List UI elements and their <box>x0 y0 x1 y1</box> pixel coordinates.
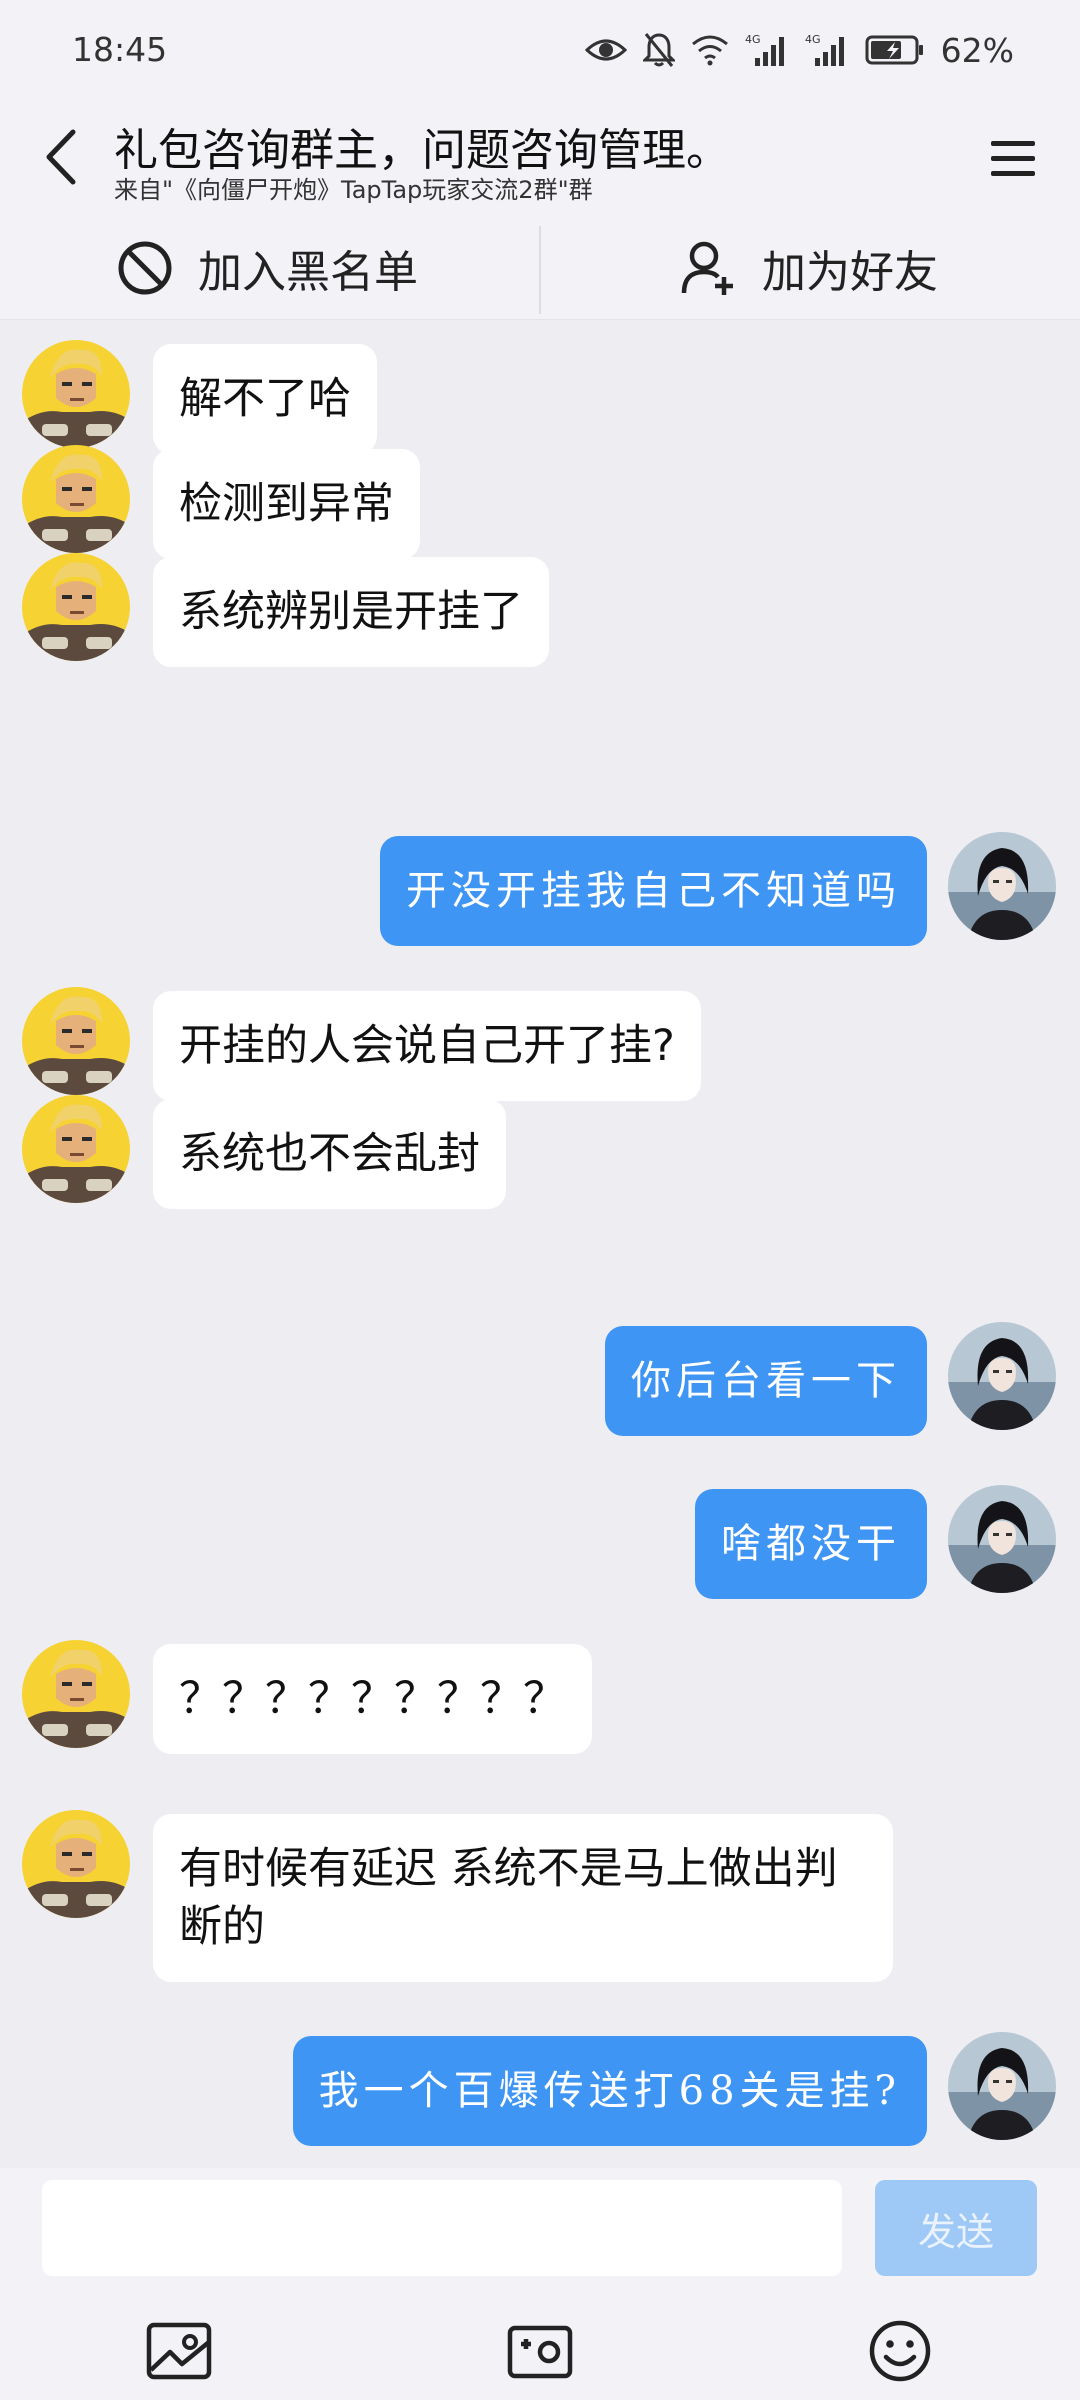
add-friend-button[interactable]: 加为好友 <box>680 216 938 320</box>
svg-text:4G: 4G <box>745 33 761 46</box>
eye-icon <box>584 39 627 61</box>
emoji-button[interactable] <box>865 2316 935 2386</box>
image-button[interactable] <box>144 2316 214 2386</box>
action-divider <box>539 226 541 314</box>
message-bubble[interactable]: 系统辨别是开挂了 <box>153 557 549 667</box>
camera-icon <box>507 2325 573 2379</box>
message-bubble[interactable]: 系统也不会乱封 <box>153 1099 506 1209</box>
message-sent: 我一个百爆传送打68关是挂? <box>0 2032 1080 2146</box>
battery-icon <box>865 35 923 65</box>
back-button[interactable] <box>36 124 86 190</box>
blacklist-label: 加入黑名单 <box>198 247 418 298</box>
add-user-icon <box>681 241 733 295</box>
mute-icon <box>642 33 675 67</box>
action-bar: 加入黑名单 加为好友 <box>0 216 1080 320</box>
signal-4g-icon: 4G <box>745 33 784 66</box>
contact-avatar[interactable] <box>22 987 130 1095</box>
message-bubble[interactable]: 检测到异常 <box>153 449 420 559</box>
chevron-left-icon <box>46 129 76 185</box>
contact-avatar[interactable] <box>22 553 130 661</box>
self-avatar[interactable] <box>948 2032 1056 2140</box>
message-received: 开挂的人会说自己开了挂? <box>0 987 1080 1101</box>
contact-avatar[interactable] <box>22 445 130 553</box>
emoji-icon <box>869 2320 931 2382</box>
contact-avatar[interactable] <box>22 1640 130 1748</box>
block-icon <box>118 241 172 295</box>
add-friend-label: 加为好友 <box>762 247 938 298</box>
status-bar: 18:45 4G 4G 62% <box>0 0 1080 100</box>
menu-button[interactable] <box>982 128 1044 190</box>
input-area: 发送 <box>0 2168 1080 2400</box>
message-bubble[interactable]: 有时候有延迟 系统不是马上做出判断的 <box>153 1814 893 1982</box>
self-avatar[interactable] <box>948 1322 1056 1430</box>
message-received: ？？？？？？？？？ <box>0 1640 1080 1754</box>
chat-area[interactable]: 解不了哈 检测到异常 系统辨别是开挂了开没开挂我自己不知道吗开挂的人会说自己开了挂?… <box>0 320 1080 2168</box>
signal-4g-icon: 4G <box>805 33 844 66</box>
message-bubble[interactable]: 啥都没干 <box>695 1489 927 1599</box>
message-sent: 开没开挂我自己不知道吗 <box>0 832 1080 946</box>
message-received: 检测到异常 <box>0 445 1080 559</box>
message-sent: 你后台看一下 <box>0 1322 1080 1436</box>
chat-title: 礼包咨询群主，问题咨询管理。 <box>114 125 730 176</box>
hamburger-menu-icon <box>991 141 1035 176</box>
title-bar: 礼包咨询群主，问题咨询管理。 来自"《向僵尸开炮》TapTap玩家交流2群"群 <box>0 100 1080 216</box>
self-avatar[interactable] <box>948 1485 1056 1593</box>
image-icon <box>146 2322 212 2380</box>
message-bubble[interactable]: ？？？？？？？？？ <box>153 1644 592 1754</box>
self-avatar[interactable] <box>948 832 1056 940</box>
send-button[interactable]: 发送 <box>875 2180 1037 2276</box>
contact-avatar[interactable] <box>22 340 130 448</box>
message-input[interactable] <box>42 2180 842 2276</box>
message-bubble[interactable]: 解不了哈 <box>153 344 377 454</box>
wifi-icon <box>691 35 728 66</box>
message-bubble[interactable]: 我一个百爆传送打68关是挂? <box>292 2036 927 2146</box>
contact-avatar[interactable] <box>22 1810 130 1918</box>
message-sent: 啥都没干 <box>0 1485 1080 1599</box>
message-received: 有时候有延迟 系统不是马上做出判断的 <box>0 1810 1080 1982</box>
battery-percent: 62% <box>940 30 1014 70</box>
chat-subtitle: 来自"《向僵尸开炮》TapTap玩家交流2群"群 <box>114 176 593 204</box>
svg-text:4G: 4G <box>805 33 821 46</box>
message-bubble[interactable]: 开没开挂我自己不知道吗 <box>380 836 927 946</box>
message-bubble[interactable]: 开挂的人会说自己开了挂? <box>153 991 701 1101</box>
message-received: 解不了哈 <box>0 340 1080 454</box>
camera-button[interactable] <box>505 2316 575 2386</box>
blacklist-button[interactable]: 加入黑名单 <box>116 216 418 320</box>
message-received: 系统也不会乱封 <box>0 1095 1080 1209</box>
status-time: 18:45 <box>72 30 168 69</box>
message-received: 系统辨别是开挂了 <box>0 553 1080 667</box>
message-bubble[interactable]: 你后台看一下 <box>605 1326 927 1436</box>
status-icons: 4G 4G 62% <box>584 28 1014 72</box>
contact-avatar[interactable] <box>22 1095 130 1203</box>
